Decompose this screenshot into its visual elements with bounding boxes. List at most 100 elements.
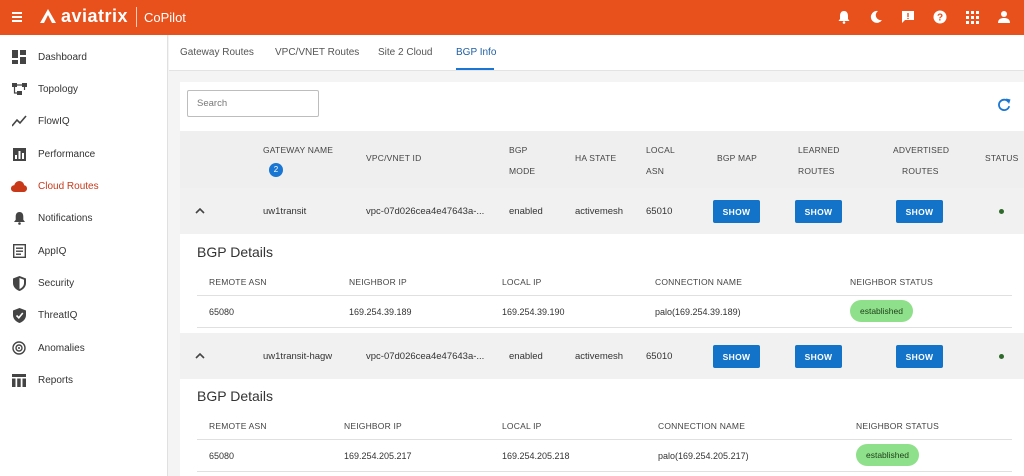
appiq-icon <box>11 243 27 259</box>
show-bgp-map-button[interactable]: SHOW <box>713 345 760 368</box>
refresh-icon[interactable] <box>997 98 1011 112</box>
col-local-ip: LOCAL IP <box>502 277 542 287</box>
col-remote-asn: REMOTE ASN <box>209 421 267 431</box>
feedback-icon[interactable] <box>898 7 918 27</box>
search-input[interactable] <box>187 90 319 117</box>
col-gateway-name[interactable]: GATEWAY NAME <box>263 143 333 158</box>
bgp-details-title: BGP Details <box>197 388 273 404</box>
connection-name: palo(169.254.39.189) <box>655 307 741 317</box>
sidebar-item-anomalies[interactable]: Anomalies <box>0 332 168 364</box>
col-ha-state[interactable]: HA STATE <box>575 151 616 166</box>
table-row[interactable]: uw1transit-hagw vpc-07d026cea4e47643a-..… <box>180 333 1024 379</box>
status-indicator <box>999 209 1004 214</box>
anomalies-icon <box>11 340 27 356</box>
show-learned-routes-button[interactable]: SHOW <box>795 345 842 368</box>
col-neighbor-ip: NEIGHBOR IP <box>344 421 402 431</box>
moon-icon[interactable] <box>866 7 886 27</box>
performance-icon <box>11 146 27 162</box>
aviatrix-logo-icon <box>40 9 56 23</box>
col-bgp-mode[interactable]: BGP MODE <box>509 143 535 179</box>
bgp-mode: enabled <box>509 351 543 362</box>
ha-state: activemesh <box>575 206 624 217</box>
active-tab-indicator <box>456 68 494 70</box>
user-icon[interactable] <box>994 7 1014 27</box>
sidebar-item-flowiq[interactable]: FlowIQ <box>0 105 168 137</box>
sidebar-item-dashboard[interactable]: Dashboard <box>0 41 168 73</box>
sidebar-item-label: FlowIQ <box>38 115 70 127</box>
bell-icon[interactable] <box>834 7 854 27</box>
apps-grid-icon[interactable] <box>962 7 982 27</box>
col-advertised-line2: ROUTES <box>902 166 939 176</box>
sidebar-item-performance[interactable]: Performance <box>0 138 168 170</box>
show-advertised-routes-button[interactable]: SHOW <box>896 345 943 368</box>
route-tabs: Gateway Routes VPC/VNET Routes Site 2 Cl… <box>169 35 1024 71</box>
sidebar-item-threatiq[interactable]: ThreatIQ <box>0 299 168 331</box>
brand-divider <box>136 7 137 27</box>
sidebar-item-label: Notifications <box>38 212 93 224</box>
reports-icon <box>11 372 27 388</box>
col-vpc-vnet-id[interactable]: VPC/VNET ID <box>366 151 421 166</box>
table-row[interactable]: uw1transit vpc-07d026cea4e47643a-... ena… <box>180 188 1024 234</box>
menu-toggle-icon[interactable] <box>12 12 24 22</box>
col-local-asn[interactable]: LOCAL ASN <box>646 143 675 179</box>
local-ip: 169.254.39.190 <box>502 307 565 317</box>
details-row: 65080 169.254.39.189 169.254.39.190 palo… <box>197 296 1012 328</box>
help-icon[interactable]: ? <box>930 7 950 27</box>
col-learned-line2: ROUTES <box>798 166 835 176</box>
sidebar-item-topology[interactable]: Topology <box>0 73 168 105</box>
sidebar-item-security[interactable]: Security <box>0 267 168 299</box>
tab-bgp-info[interactable]: BGP Info <box>456 47 496 58</box>
shield-icon <box>11 275 27 291</box>
col-local-ip: LOCAL IP <box>502 421 542 431</box>
sidebar-item-label: Reports <box>38 374 74 386</box>
cloud-icon <box>11 178 27 194</box>
show-advertised-routes-button[interactable]: SHOW <box>896 200 943 223</box>
neighbor-ip: 169.254.205.217 <box>344 451 412 461</box>
gateway-count-badge: 2 <box>269 163 283 177</box>
col-neighbor-status: NEIGHBOR STATUS <box>850 277 933 287</box>
sidebar-item-reports[interactable]: Reports <box>0 364 168 396</box>
show-learned-routes-button[interactable]: SHOW <box>795 200 842 223</box>
sidebar-item-notifications[interactable]: Notifications <box>0 202 168 234</box>
vpc-id: vpc-07d026cea4e47643a-... <box>366 206 485 217</box>
top-icons: ? <box>822 7 1014 27</box>
col-neighbor-status: NEIGHBOR STATUS <box>856 421 939 431</box>
bell-icon <box>11 210 27 226</box>
sidebar-item-label: Dashboard <box>38 51 87 63</box>
sidebar-item-label: Anomalies <box>38 342 85 354</box>
sidebar-item-cloud-routes[interactable]: Cloud Routes <box>0 170 168 202</box>
col-bgp-mode-line1: BGP <box>509 145 528 155</box>
col-connection-name: CONNECTION NAME <box>655 277 743 287</box>
details-table-header: REMOTE ASN NEIGHBOR IP LOCAL IP CONNECTI… <box>197 268 1012 296</box>
col-status[interactable]: STATUS <box>985 151 1018 166</box>
flowiq-icon <box>11 113 27 129</box>
chevron-up-icon[interactable] <box>194 352 206 360</box>
tab-vpc-vnet-routes[interactable]: VPC/VNET Routes <box>275 47 359 58</box>
col-learned-line1: LEARNED <box>798 145 840 155</box>
sidebar-item-appiq[interactable]: AppIQ <box>0 235 168 267</box>
svg-text:?: ? <box>937 13 943 24</box>
sidebar-item-label: Topology <box>38 83 79 95</box>
top-bar: aviatrix CoPilot ? <box>0 0 1024 35</box>
brand-name: aviatrix <box>61 6 129 26</box>
bgp-info-panel: GATEWAY NAME 2 VPC/VNET ID BGP MODE HA S… <box>180 82 1024 476</box>
show-bgp-map-button[interactable]: SHOW <box>713 200 760 223</box>
sidebar-item-label: Cloud Routes <box>38 180 99 192</box>
tab-gateway-routes[interactable]: Gateway Routes <box>180 47 254 58</box>
vpc-id: vpc-07d026cea4e47643a-... <box>366 351 485 362</box>
topology-icon <box>11 81 27 97</box>
product-name: CoPilot <box>144 10 186 25</box>
col-learned-routes: LEARNED ROUTES <box>798 143 840 179</box>
remote-asn: 65080 <box>209 451 235 461</box>
chevron-up-icon[interactable] <box>194 207 206 215</box>
tab-site-2-cloud[interactable]: Site 2 Cloud <box>378 47 432 58</box>
status-indicator <box>999 354 1004 359</box>
sidebar-item-label: ThreatIQ <box>38 309 78 321</box>
sidebar-item-label: Performance <box>38 148 96 160</box>
col-advertised-routes: ADVERTISED ROUTES <box>893 143 949 179</box>
col-neighbor-ip: NEIGHBOR IP <box>349 277 407 287</box>
table-header: GATEWAY NAME 2 VPC/VNET ID BGP MODE HA S… <box>180 131 1024 188</box>
sidebar-item-label: Security <box>38 277 75 289</box>
dashboard-icon <box>11 49 27 65</box>
neighbor-status-badge: established <box>850 300 913 322</box>
